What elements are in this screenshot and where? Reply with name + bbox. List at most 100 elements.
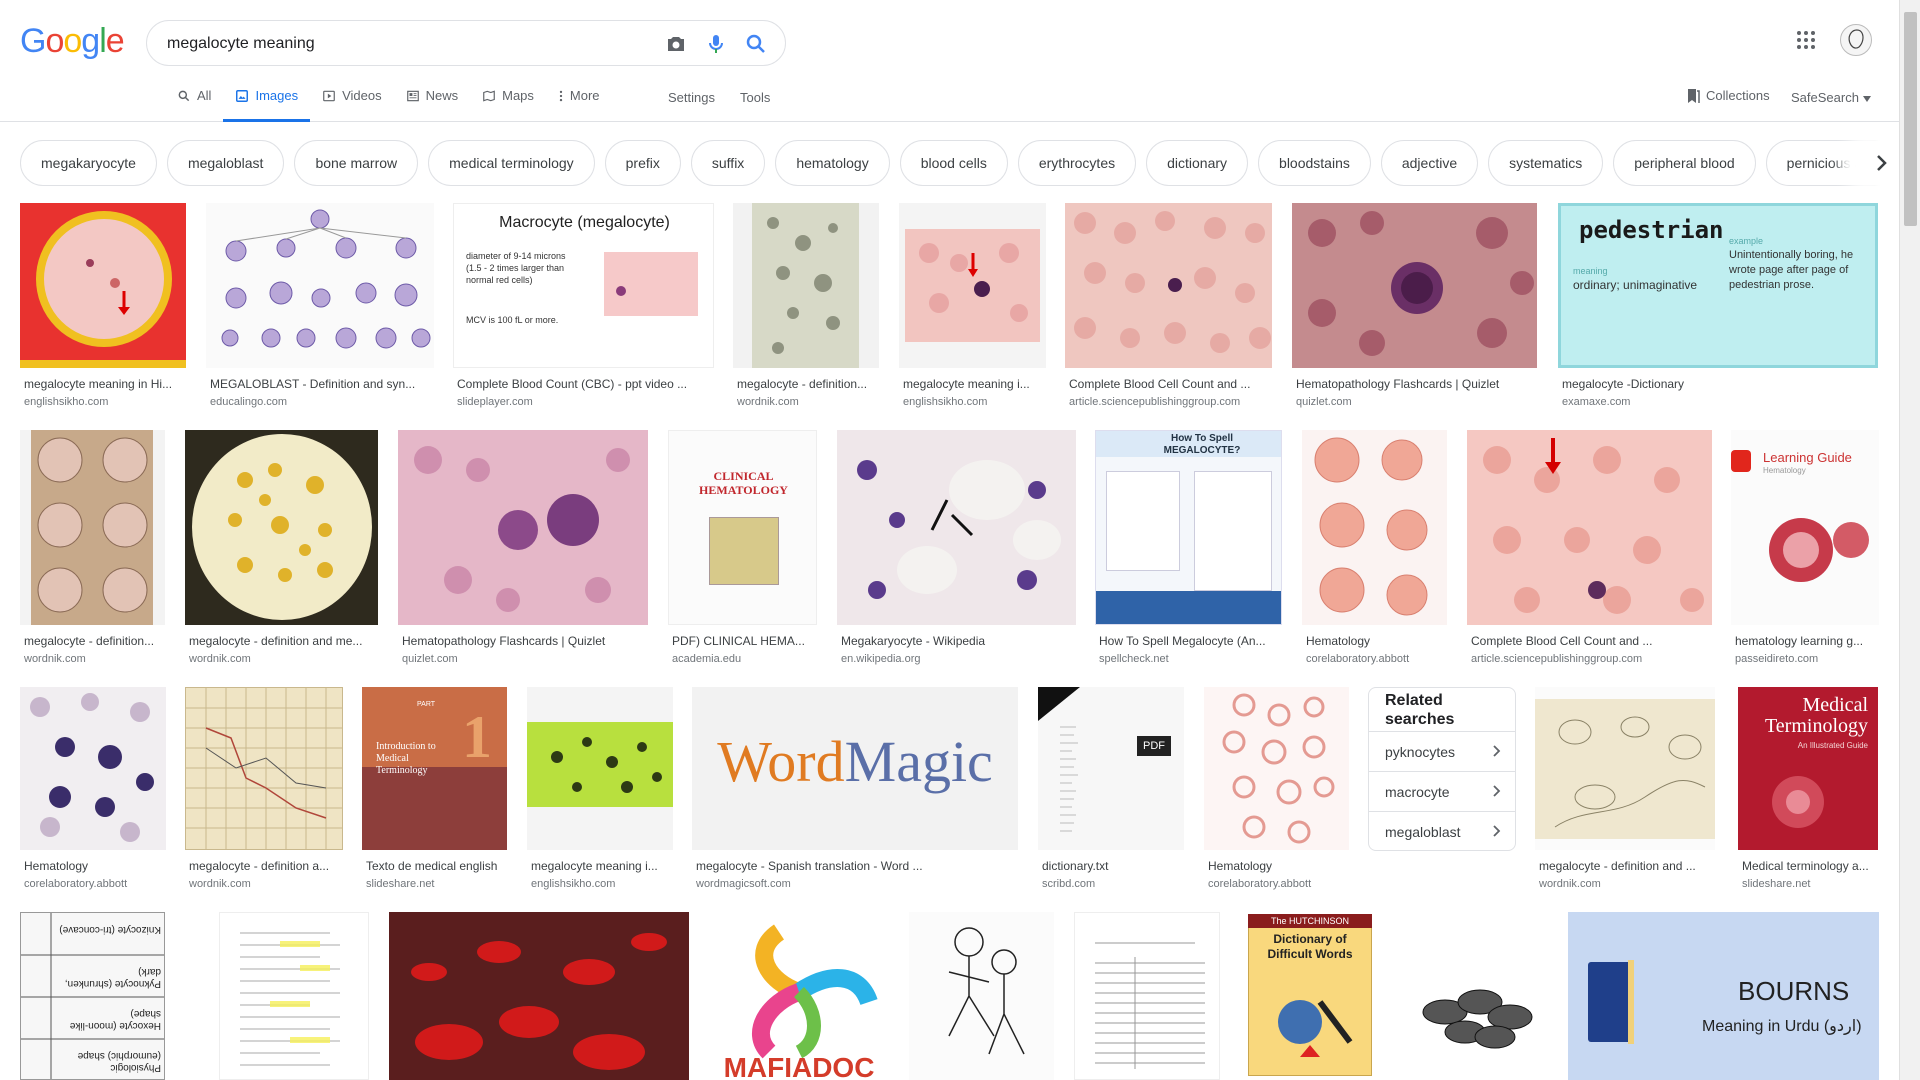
- thumb-caption: Pyknocyte (shrunken, dark): [64, 966, 161, 989]
- thumb-caption: BOURNS: [1738, 976, 1850, 1006]
- avatar[interactable]: [1840, 24, 1872, 56]
- tab-images[interactable]: Images: [223, 88, 311, 122]
- scrollbar[interactable]: [1899, 0, 1920, 1080]
- image-result[interactable]: MAFIADOC: [709, 912, 889, 1080]
- image-result[interactable]: Complete Blood Cell Count and ... articl…: [1065, 203, 1272, 413]
- tab-all[interactable]: All: [165, 88, 223, 122]
- more-vert-icon: [559, 90, 563, 102]
- filter-chip[interactable]: megakaryocyte: [20, 140, 157, 186]
- google-logo[interactable]: Google: [20, 22, 125, 61]
- result-source: wordnik.com: [1539, 878, 1601, 890]
- image-result[interactable]: MEGALOBLAST - Definition and syn... educ…: [206, 203, 434, 413]
- result-title: megalocyte - definition and me...: [189, 634, 363, 648]
- image-result[interactable]: Hematopathology Flashcards | Quizlet qui…: [398, 430, 648, 670]
- image-result[interactable]: PART 1 Introduction to Medical Terminolo…: [362, 687, 507, 895]
- image-result[interactable]: PDF dictionary.txt scribd.com: [1038, 687, 1184, 895]
- image-result[interactable]: Megakaryocyte - Wikipedia en.wikipedia.o…: [837, 430, 1076, 670]
- image-result[interactable]: BOURNS Meaning in Urdu (اردو): [1568, 912, 1879, 1080]
- filter-chip[interactable]: bloodstains: [1258, 140, 1371, 186]
- image-result[interactable]: [389, 912, 689, 1080]
- image-result[interactable]: Medical Terminology An Illustrated Guide…: [1738, 687, 1878, 895]
- image-result[interactable]: Complete Blood Cell Count and ... articl…: [1467, 430, 1712, 670]
- image-result[interactable]: megalocyte - definition and me... wordni…: [185, 430, 378, 670]
- image-result[interactable]: pedestrian meaning ordinary; unimaginati…: [1558, 203, 1878, 413]
- related-search-item[interactable]: pyknocytes: [1369, 731, 1515, 771]
- image-result[interactable]: Hematopathology Flashcards | Quizlet qui…: [1292, 203, 1537, 413]
- thumbnail: [1302, 430, 1447, 625]
- tab-videos[interactable]: Videos: [310, 88, 394, 122]
- filter-chip[interactable]: systematics: [1488, 140, 1604, 186]
- thumbnail: [1204, 687, 1349, 850]
- image-result[interactable]: CLINICAL HEMATOLOGY PDF) CLINICAL HEMA..…: [668, 430, 817, 670]
- result-title: megalocyte meaning in Hi...: [24, 377, 173, 391]
- safesearch-dropdown[interactable]: SafeSearch: [1791, 90, 1871, 105]
- apps-grid-icon[interactable]: [1794, 28, 1818, 52]
- result-title: megalocyte meaning i...: [531, 859, 658, 873]
- related-search-item[interactable]: macrocyte: [1369, 771, 1515, 811]
- result-title: Complete Blood Count (CBC) - ppt video .…: [457, 377, 688, 391]
- image-result[interactable]: Hematology corelaboratory.abbott: [1302, 430, 1447, 670]
- chips-next-button[interactable]: [1858, 140, 1904, 186]
- search-input[interactable]: [167, 33, 637, 55]
- filter-chip[interactable]: blood cells: [899, 140, 1008, 186]
- thumb-caption: Introduction to Medical Terminology: [376, 741, 436, 776]
- image-result[interactable]: [219, 912, 369, 1080]
- image-result[interactable]: Hematology corelaboratory.abbott: [20, 687, 166, 895]
- image-result[interactable]: megalocyte meaning i... englishsikho.com: [527, 687, 673, 895]
- collections-link[interactable]: Collections: [1686, 88, 1770, 104]
- tools-link[interactable]: Tools: [740, 90, 770, 105]
- result-source: englishsikho.com: [531, 878, 616, 890]
- image-result[interactable]: [1405, 912, 1548, 1080]
- filter-chip[interactable]: suffix: [690, 140, 766, 186]
- thumb-caption: ordinary; unimaginative: [1573, 278, 1698, 292]
- filter-chip[interactable]: bone marrow: [294, 140, 419, 186]
- image-result[interactable]: The HUTCHINSON Dictionary of Difficult W…: [1240, 912, 1380, 1080]
- thumbnail: [837, 430, 1076, 625]
- image-result[interactable]: Knizocyte (tri-concave) Pyknocyte (shrun…: [20, 912, 165, 1080]
- image-icon: [236, 90, 249, 102]
- thumbnail: [909, 912, 1054, 1080]
- result-title: Hematology: [1208, 859, 1273, 873]
- filter-chip[interactable]: hematology: [775, 140, 890, 186]
- scrollbar-thumb[interactable]: [1904, 12, 1917, 226]
- settings-link[interactable]: Settings: [668, 90, 715, 105]
- filter-chip[interactable]: prefix: [604, 140, 681, 186]
- logo-letter: o: [63, 22, 82, 60]
- thumb-caption: PART: [417, 701, 436, 708]
- microphone-icon[interactable]: [704, 32, 728, 56]
- tab-more[interactable]: More: [546, 88, 612, 122]
- filter-chip[interactable]: peripheral blood: [1613, 140, 1756, 186]
- image-result[interactable]: megalocyte - definition... wordnik.com: [733, 203, 879, 413]
- search-tabs: All Images Videos News Maps More: [165, 88, 612, 122]
- logo-letter: o: [45, 22, 64, 60]
- image-result[interactable]: WordMagic megalocyte - Spanish translati…: [692, 687, 1018, 895]
- image-result[interactable]: [1074, 912, 1220, 1080]
- image-result[interactable]: Hematology corelaboratory.abbott: [1204, 687, 1349, 895]
- filter-chip[interactable]: adjective: [1380, 140, 1479, 186]
- image-result[interactable]: Macrocyte (megalocyte) diameter of 9-14 …: [453, 203, 714, 413]
- image-result[interactable]: megalocyte meaning in Hi... englishsikho…: [20, 203, 186, 413]
- filter-chip[interactable]: dictionary: [1146, 140, 1249, 186]
- thumb-caption: MAFIADOC: [723, 1052, 875, 1080]
- result-title: Hematology: [24, 859, 89, 873]
- bookmark-icon: [1688, 89, 1700, 103]
- image-result[interactable]: megalocyte - definition and ... wordnik.…: [1535, 687, 1715, 895]
- image-result[interactable]: megalocyte - definition a... wordnik.com: [185, 687, 343, 895]
- image-result[interactable]: [909, 912, 1054, 1080]
- tab-label: News: [425, 88, 459, 103]
- related-search-item[interactable]: megaloblast: [1369, 811, 1515, 851]
- tab-news[interactable]: News: [394, 88, 471, 122]
- thumbnail: pedestrian meaning ordinary; unimaginati…: [1558, 203, 1878, 368]
- camera-icon[interactable]: [664, 32, 688, 56]
- search-icon[interactable]: [744, 32, 768, 56]
- image-result[interactable]: megalocyte - definition... wordnik.com: [20, 430, 165, 670]
- safesearch-label: SafeSearch: [1791, 90, 1859, 105]
- filter-chip[interactable]: medical terminology: [428, 140, 595, 186]
- tab-maps[interactable]: Maps: [470, 88, 546, 122]
- image-result[interactable]: Learning Guide Hematology hematology lea…: [1731, 430, 1879, 670]
- header: Google All Images: [0, 0, 1899, 122]
- image-result[interactable]: How To Spell MEGALOCYTE? How To Spell Me…: [1095, 430, 1282, 670]
- image-result[interactable]: megalocyte meaning i... englishsikho.com: [899, 203, 1046, 413]
- filter-chip[interactable]: megaloblast: [166, 140, 285, 186]
- filter-chip[interactable]: erythrocytes: [1017, 140, 1137, 186]
